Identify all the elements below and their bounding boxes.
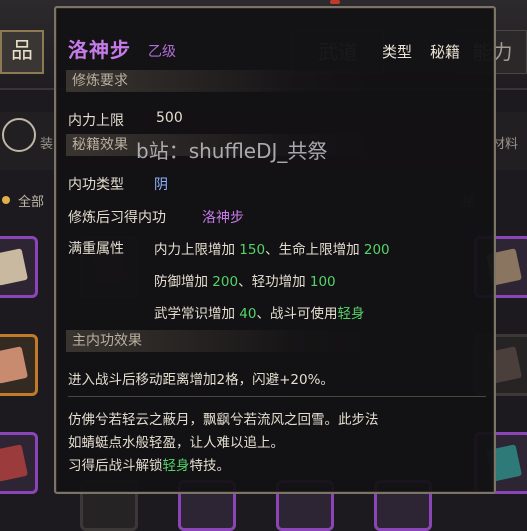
equipment-category-icon[interactable] (2, 118, 36, 152)
learn-label: 修炼后习得内功 (68, 210, 166, 226)
learn-value: 洛神步 (202, 210, 244, 226)
filter-all-radio[interactable] (2, 196, 10, 204)
requirement-section-header: 修炼要求 (66, 70, 372, 92)
full-attribute-line-3: 武学常识增加 40、战斗可使用轻身 (154, 302, 364, 322)
description-line-2: 如蜻蜓点水般轻盈，让人难以追上。 (68, 435, 284, 451)
text-run: 、轻功增加 (238, 274, 310, 290)
text-run: 、生命上限增加 (265, 242, 364, 258)
text-run: 防御增加 (154, 274, 213, 290)
tab-items[interactable]: 品 (0, 30, 44, 74)
main-effect-text: 进入战斗后移动距离增加2格，闪避+20%。 (68, 372, 334, 388)
item-grade: 乙级 (148, 44, 176, 60)
description-line-3: 习得后战斗解锁轻身特技。 (68, 454, 230, 474)
notification-dot (330, 0, 340, 4)
text-run: 特技。 (189, 458, 231, 474)
main-effect-section-header: 主内功效果 (66, 330, 372, 352)
description-line-1: 仿佛兮若轻云之蔽月，飘飖兮若流风之回雪。此步法 (68, 412, 379, 428)
inventory-slot[interactable] (0, 432, 38, 494)
full-attributes-label: 满重属性 (68, 241, 124, 257)
item-type-value: 秘籍 (430, 43, 461, 61)
highlight-value: 100 (309, 274, 336, 290)
full-attribute-line-1: 内力上限增加 150、生命上限增加 200 (154, 238, 390, 258)
neigong-type-value: 阴 (154, 177, 168, 193)
highlight-value: 200 (212, 274, 239, 290)
text-run: 武学常识增加 (154, 306, 240, 322)
text-run: 习得后战斗解锁 (68, 458, 163, 474)
highlight-value: 200 (363, 242, 390, 258)
neigong-type-label: 内功类型 (68, 177, 124, 193)
item-type-label: 类型 (382, 43, 413, 61)
equipment-category-label: 装 (40, 137, 54, 152)
text-run: 内力上限增加 (154, 242, 240, 258)
text-run: 、战斗可使用 (256, 306, 338, 322)
divider (68, 396, 486, 397)
inventory-slot[interactable] (0, 334, 38, 396)
video-watermark: b站：shuffleDJ_共祭 (136, 139, 328, 163)
item-title: 洛神步 (68, 38, 131, 62)
requirement-label: 内力上限 (68, 113, 124, 129)
book-icon (0, 248, 28, 286)
highlight-value: 轻身 (162, 458, 190, 474)
highlight-value: 40 (239, 306, 257, 322)
book-icon (0, 444, 28, 482)
book-icon (0, 346, 28, 384)
full-attribute-line-2: 防御增加 200、轻功增加 100 (154, 270, 336, 290)
inventory-slot[interactable] (0, 236, 38, 298)
highlight-value: 150 (239, 242, 266, 258)
highlight-value: 轻身 (337, 306, 365, 322)
item-tooltip: 洛神步 乙级 类型 秘籍 修炼要求 内力上限 500 秘籍效果 内功类型 阴 修… (54, 6, 496, 494)
requirement-value: 500 (156, 110, 183, 126)
filter-all-label[interactable]: 全部 (18, 191, 44, 210)
